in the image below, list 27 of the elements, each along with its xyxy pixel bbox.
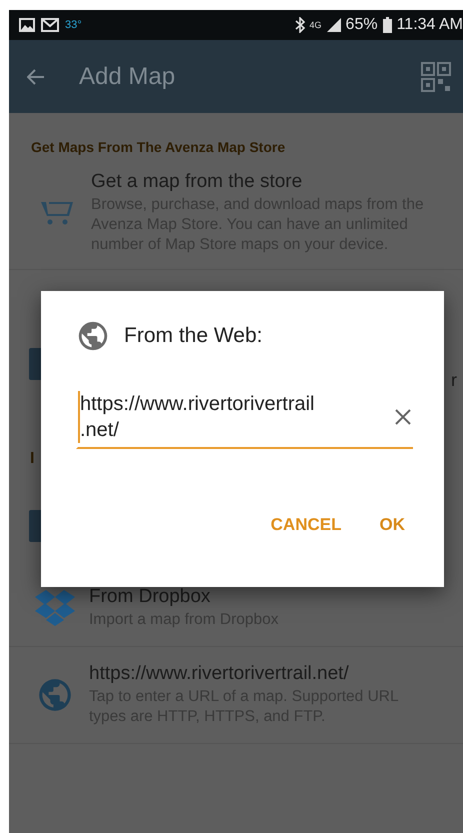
clear-icon[interactable]	[393, 407, 413, 427]
bluetooth-icon	[294, 17, 305, 33]
image-icon	[19, 18, 35, 32]
battery-percent: 65%	[346, 16, 378, 34]
back-arrow-icon[interactable]	[27, 68, 45, 84]
mail-icon	[41, 18, 59, 32]
list-item-title: From Dropbox	[89, 586, 212, 608]
temperature: 33°	[65, 19, 82, 31]
qr-code-icon[interactable]	[421, 62, 451, 92]
app-bar-title: Add Map	[79, 62, 176, 90]
battery-icon	[382, 17, 392, 33]
section-header: Get Maps From The Avenza Map Store	[30, 138, 286, 153]
cart-icon	[41, 200, 73, 226]
url-input-field[interactable]: https://www.rivertorivertrail .net/	[76, 391, 413, 449]
list-item-text: r	[451, 370, 457, 391]
ok-button[interactable]: OK	[374, 511, 411, 539]
cancel-button[interactable]: CANCEL	[264, 511, 348, 539]
clock: 11:34 AM	[396, 16, 463, 34]
network-label: 4G	[310, 20, 322, 30]
store-item-title: Get a map from the store	[91, 171, 304, 193]
list-item-title: https://www.rivertorivertrail.net/	[89, 663, 350, 685]
globe-icon	[76, 319, 110, 353]
dialog-title: From the Web:	[124, 324, 262, 348]
section-header: I	[30, 450, 34, 468]
globe-icon	[36, 676, 74, 714]
signal-icon	[326, 18, 341, 32]
dropbox-icon	[35, 590, 75, 626]
